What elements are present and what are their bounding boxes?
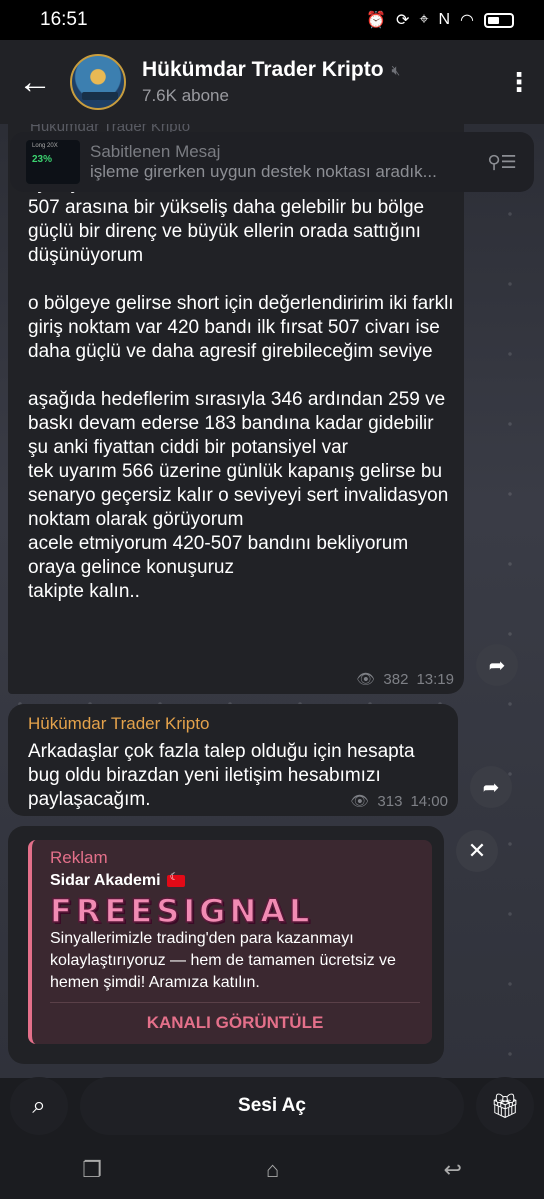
muted-icon: 🔇︎	[391, 61, 401, 78]
message-bubble[interactable]: Hükümdar Trader Kripto Arkadaşlar çok fa…	[8, 704, 458, 816]
bottom-bar: ⌕ Sesi Aç 🎁︎	[0, 1074, 544, 1138]
status-bar: 16:51 ⏰ ⟳ ⌖ N ◠	[0, 0, 544, 40]
status-time: 16:51	[40, 9, 88, 30]
ad-banner-text: FREESIGNAL	[49, 891, 314, 931]
share-icon[interactable]: ➦	[476, 644, 518, 686]
divider	[50, 1002, 420, 1003]
more-menu-icon[interactable]: ⋮	[494, 69, 544, 95]
message-sender: Hükümdar Trader Kripto	[28, 714, 210, 733]
alarm-icon: ⏰	[366, 12, 387, 29]
message-meta: 👁︎ 313 14:00	[350, 792, 448, 811]
view-count: 313	[377, 792, 403, 810]
back-nav-icon[interactable]: ↩	[443, 1157, 461, 1183]
pinned-title: Sabitlenen Mesaj	[90, 142, 221, 161]
recents-icon[interactable]: ❐	[82, 1157, 102, 1183]
share-icon[interactable]: ➦	[470, 766, 512, 808]
battery-icon	[484, 12, 514, 28]
unmute-button[interactable]: Sesi Aç	[80, 1077, 464, 1135]
sponsored-message[interactable]: Reklam Sidar Akademi FREESIGNAL Sinyalle…	[8, 826, 444, 1064]
pinned-thumbnail: Long 20X 23%	[26, 140, 80, 184]
ad-channel-name: Sidar Akademi	[50, 872, 185, 890]
views-icon: 👁︎	[350, 793, 370, 810]
close-icon[interactable]: ✕	[456, 830, 498, 872]
message-meta: 👁︎ 382 13:19	[356, 670, 454, 689]
views-icon: 👁︎	[356, 671, 376, 688]
channel-avatar[interactable]	[70, 54, 126, 110]
channel-info[interactable]: Hükümdar Trader Kripto 🔇︎ 7.6K abone	[142, 58, 494, 106]
message-time: 14:00	[410, 792, 448, 810]
gift-icon[interactable]: 🎁︎	[476, 1077, 534, 1135]
sync-icon: ⟳	[396, 12, 410, 29]
pin-list-icon[interactable]: ⚲☰	[482, 152, 522, 173]
chat-area[interactable]: fiyat şu an 355 civarında ve bence burad…	[0, 124, 544, 1078]
view-channel-button[interactable]: KANALI GÖRÜNTÜLE	[50, 1008, 420, 1038]
message-text: fiyat şu an 355 civarında ve bence burad…	[28, 173, 454, 602]
pinned-body: işleme girerken uygun destek noktası ara…	[90, 162, 437, 181]
turkey-flag-icon	[166, 872, 185, 887]
subscriber-count: 7.6K abone	[142, 86, 229, 105]
message-bubble[interactable]: fiyat şu an 355 civarında ve bence burad…	[8, 124, 464, 694]
ad-label: Reklam	[50, 848, 108, 867]
message-time: 13:19	[416, 670, 454, 688]
ad-card[interactable]: Reklam Sidar Akademi FREESIGNAL Sinyalle…	[28, 840, 432, 1044]
view-count: 382	[383, 670, 409, 688]
chat-header: ← Hükümdar Trader Kripto 🔇︎ 7.6K abone ⋮	[0, 40, 544, 124]
status-icons: ⏰ ⟳ ⌖ N ◠	[366, 10, 514, 30]
search-icon[interactable]: ⌕	[10, 1077, 68, 1135]
system-nav-bar: ❐ ⌂ ↩	[0, 1140, 544, 1199]
location-icon: ⌖	[419, 11, 429, 28]
channel-title: Hükümdar Trader Kripto	[142, 58, 384, 81]
wifi-icon: ◠	[460, 12, 474, 29]
nfc-icon: N	[438, 11, 451, 28]
pinned-message-bar[interactable]: Long 20X 23% Sabitlenen Mesaj işleme gir…	[10, 132, 534, 192]
home-icon[interactable]: ⌂	[266, 1157, 279, 1183]
ad-text: Sinyallerimizle trading'den para kazanma…	[50, 930, 396, 991]
back-arrow-icon[interactable]: ←	[0, 65, 70, 99]
